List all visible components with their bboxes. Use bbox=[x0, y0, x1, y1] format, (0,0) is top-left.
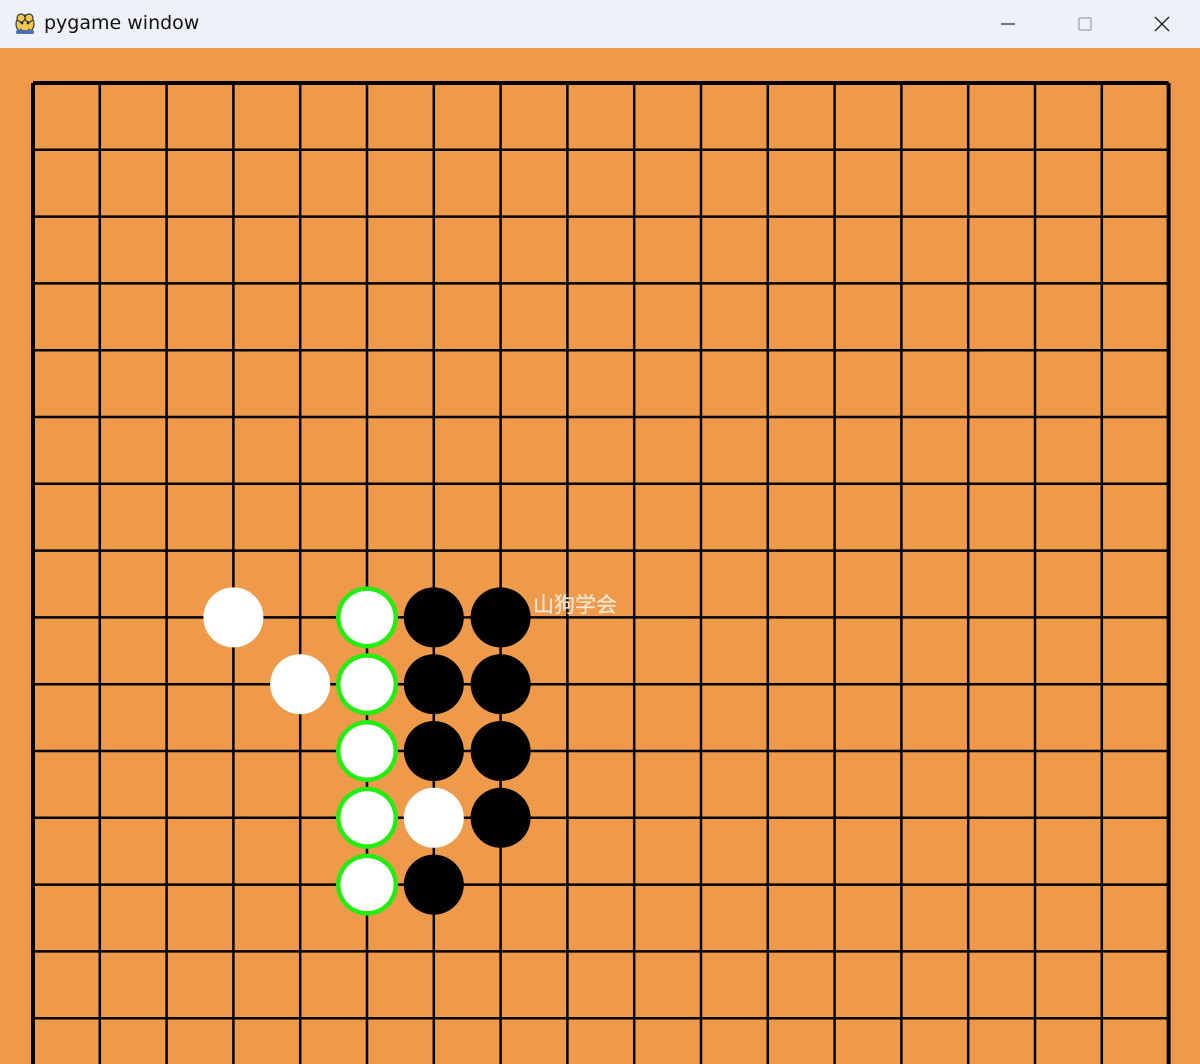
black-stone bbox=[403, 721, 464, 781]
black-stone bbox=[470, 721, 531, 781]
game-canvas[interactable]: 山狗学会 bbox=[0, 48, 1200, 1064]
black-stone bbox=[403, 587, 464, 648]
gomoku-board[interactable]: 山狗学会 bbox=[0, 48, 1200, 1064]
white-stone-highlighted bbox=[336, 853, 398, 916]
pygame-snake-icon bbox=[15, 13, 35, 34]
minimize-icon bbox=[1000, 23, 1015, 25]
title-bar: pygame window bbox=[0, 0, 1200, 48]
white-stone bbox=[203, 587, 264, 648]
white-stone-highlighted bbox=[336, 786, 398, 849]
black-stone bbox=[470, 787, 531, 848]
black-stone bbox=[470, 587, 531, 648]
black-stone bbox=[470, 654, 531, 715]
watermark-text: 山狗学会 bbox=[533, 593, 617, 617]
maximize-icon bbox=[1077, 17, 1092, 31]
black-stone bbox=[403, 654, 464, 715]
minimize-button[interactable] bbox=[969, 0, 1046, 48]
board-grid bbox=[31, 81, 1171, 1064]
black-stone bbox=[403, 854, 464, 915]
close-button[interactable] bbox=[1123, 0, 1200, 48]
white-stone bbox=[403, 787, 464, 848]
white-stone bbox=[270, 654, 331, 715]
white-stone-highlighted bbox=[336, 586, 398, 649]
close-icon bbox=[1154, 16, 1169, 32]
white-stone-highlighted bbox=[336, 720, 398, 782]
maximize-button[interactable] bbox=[1046, 0, 1123, 48]
white-stone-highlighted bbox=[336, 653, 398, 716]
window-title: pygame window bbox=[44, 12, 200, 34]
